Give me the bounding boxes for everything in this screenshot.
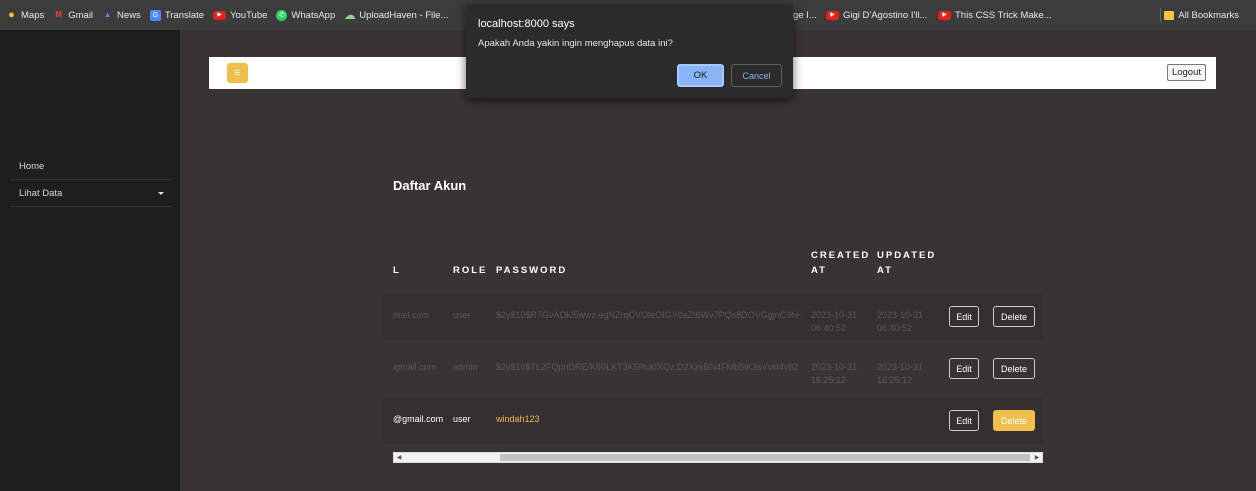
bookmark-uploadhaven[interactable]: ☁ UploadHaven - File...	[343, 8, 449, 22]
translate-icon: G	[149, 9, 161, 21]
column-header-line: AT	[811, 265, 827, 276]
dialog-title: localhost:8000 says	[478, 18, 575, 30]
cell-created-time: 16:25:12	[811, 375, 847, 385]
bookmark-news[interactable]: ▲ News	[102, 10, 141, 21]
table-horizontal-scrollbar[interactable]: ◀ ▶	[393, 452, 1043, 463]
edit-button[interactable]: Edit	[949, 306, 979, 327]
all-bookmarks[interactable]: All Bookmarks	[1164, 0, 1239, 30]
cell-updated-date: 2023-10-31	[877, 310, 924, 320]
bookmark-label: Translate	[164, 9, 205, 21]
cell-updated-time: 06:40:52	[877, 323, 913, 333]
gmail-icon: M	[55, 10, 63, 19]
column-header-line: AT	[877, 265, 893, 276]
cell-password: $2y$10$R7GvAOkI5wwz.egNZrqCVOleOIGY0aZt6…	[496, 310, 801, 320]
scroll-left-icon[interactable]: ◀	[394, 453, 404, 462]
bookmark-label: UploadHaven - File...	[359, 9, 449, 21]
cell-password: $2y$10$TL2FQpnDRE/K80LKT3K5RukIXQz.D2Xzk…	[496, 362, 799, 372]
column-header-email: L	[393, 265, 401, 276]
scroll-right-icon[interactable]: ▶	[1032, 453, 1042, 462]
bookmark-label: YouTube	[230, 9, 268, 21]
bookmark-translate[interactable]: G Translate	[149, 9, 205, 21]
youtube-icon: ▶	[826, 10, 839, 20]
cell-email: mail.com	[393, 310, 430, 320]
cell-updated-time: 16:25:12	[877, 375, 913, 385]
column-header-line: CREATED	[811, 250, 871, 261]
bookmarks-divider	[1160, 8, 1161, 22]
caret-down-icon	[158, 192, 164, 195]
bookmark-label: News	[117, 9, 141, 21]
delete-button[interactable]: Delete	[993, 410, 1035, 431]
cell-password: windah123	[496, 414, 540, 424]
edit-button[interactable]: Edit	[949, 358, 979, 379]
bookmark-label: Gigi D'Agostino I'll...	[843, 9, 928, 21]
table-row: @gmail.com user windah123 Edit Delete	[383, 398, 1043, 444]
bookmark-label: Maps	[21, 9, 45, 21]
delete-button[interactable]: Delete	[993, 306, 1035, 327]
bookmark-label: ge I...	[793, 9, 817, 21]
cell-role: admin	[453, 362, 478, 372]
column-header-role: ROLE	[453, 265, 488, 276]
page-title: Daftar Akun	[393, 178, 467, 193]
cell-created-time: 06:40:52	[811, 323, 847, 333]
sidebar-item-lihat-data[interactable]: Lihat Data	[10, 181, 172, 207]
table-row: igmail.com admin $2y$10$TL2FQpnDRE/K80LK…	[383, 346, 1043, 392]
bookmark-whatsapp[interactable]: ✆ WhatsApp	[276, 9, 336, 21]
bookmark-partial[interactable]: ge I...	[793, 0, 817, 30]
cell-updated-date: 2023-10-31	[877, 362, 924, 372]
cell-email: @gmail.com	[393, 414, 444, 424]
youtube-icon: ▶	[213, 10, 227, 20]
dialog-message: Apakah Anda yakin ingin menghapus data i…	[478, 38, 673, 49]
cloud-icon: ☁	[343, 8, 356, 22]
cell-role: user	[453, 414, 471, 424]
cell-created-date: 2023-10-31	[811, 310, 858, 320]
bookmark-maps[interactable]: ● Maps	[6, 8, 45, 21]
bookmark-youtube[interactable]: ▶ YouTube	[213, 10, 267, 21]
bookmark-gigi[interactable]: ▶ Gigi D'Agostino I'll...	[826, 0, 927, 30]
column-header-updated-at: UPDATED AT	[877, 248, 936, 278]
menu-toggle-button[interactable]: ≡	[227, 63, 248, 83]
news-icon: ▲	[103, 10, 112, 19]
bookmark-label: WhatsApp	[291, 9, 336, 21]
hamburger-icon: ≡	[234, 67, 241, 79]
bookmark-css-trick[interactable]: ▶ This CSS Trick Make...	[938, 0, 1052, 30]
cell-role: user	[453, 310, 471, 320]
column-header-password: PASSWORD	[496, 265, 568, 276]
whatsapp-icon: ✆	[276, 9, 288, 21]
folder-icon	[1164, 10, 1175, 20]
column-header-line: UPDATED	[877, 250, 937, 261]
browser-viewport: ● Maps M Gmail ▲ News G Translate ▶ YouT…	[0, 0, 1256, 491]
bookmark-gmail[interactable]: M Gmail	[53, 10, 93, 21]
delete-button[interactable]: Delete	[993, 358, 1035, 379]
scrollbar-thumb[interactable]	[500, 454, 1030, 461]
table-row: mail.com user $2y$10$R7GvAOkI5wwz.egNZrq…	[383, 294, 1043, 340]
cancel-button[interactable]: Cancel	[731, 64, 782, 87]
column-header-created-at: CREATED AT	[811, 248, 870, 278]
sidebar-item-home[interactable]: Home	[10, 154, 172, 180]
all-bookmarks-label: All Bookmarks	[1178, 9, 1239, 21]
youtube-icon: ▶	[938, 10, 951, 20]
bookmark-label: This CSS Trick Make...	[955, 9, 1052, 21]
maps-pin-icon: ●	[8, 8, 15, 21]
sidebar-item-label: Home	[19, 161, 45, 172]
cell-email: igmail.com	[393, 362, 437, 372]
confirm-dialog: localhost:8000 says Apakah Anda yakin in…	[466, 4, 793, 98]
sidebar: Home Lihat Data	[0, 30, 180, 491]
edit-button[interactable]: Edit	[949, 410, 979, 431]
sidebar-item-label: Lihat Data	[19, 188, 63, 199]
logout-button[interactable]: Logout	[1166, 64, 1206, 81]
ok-button[interactable]: OK	[677, 64, 724, 87]
cell-created-date: 2023-10-31	[811, 362, 858, 372]
bookmark-label: Gmail	[68, 9, 94, 21]
